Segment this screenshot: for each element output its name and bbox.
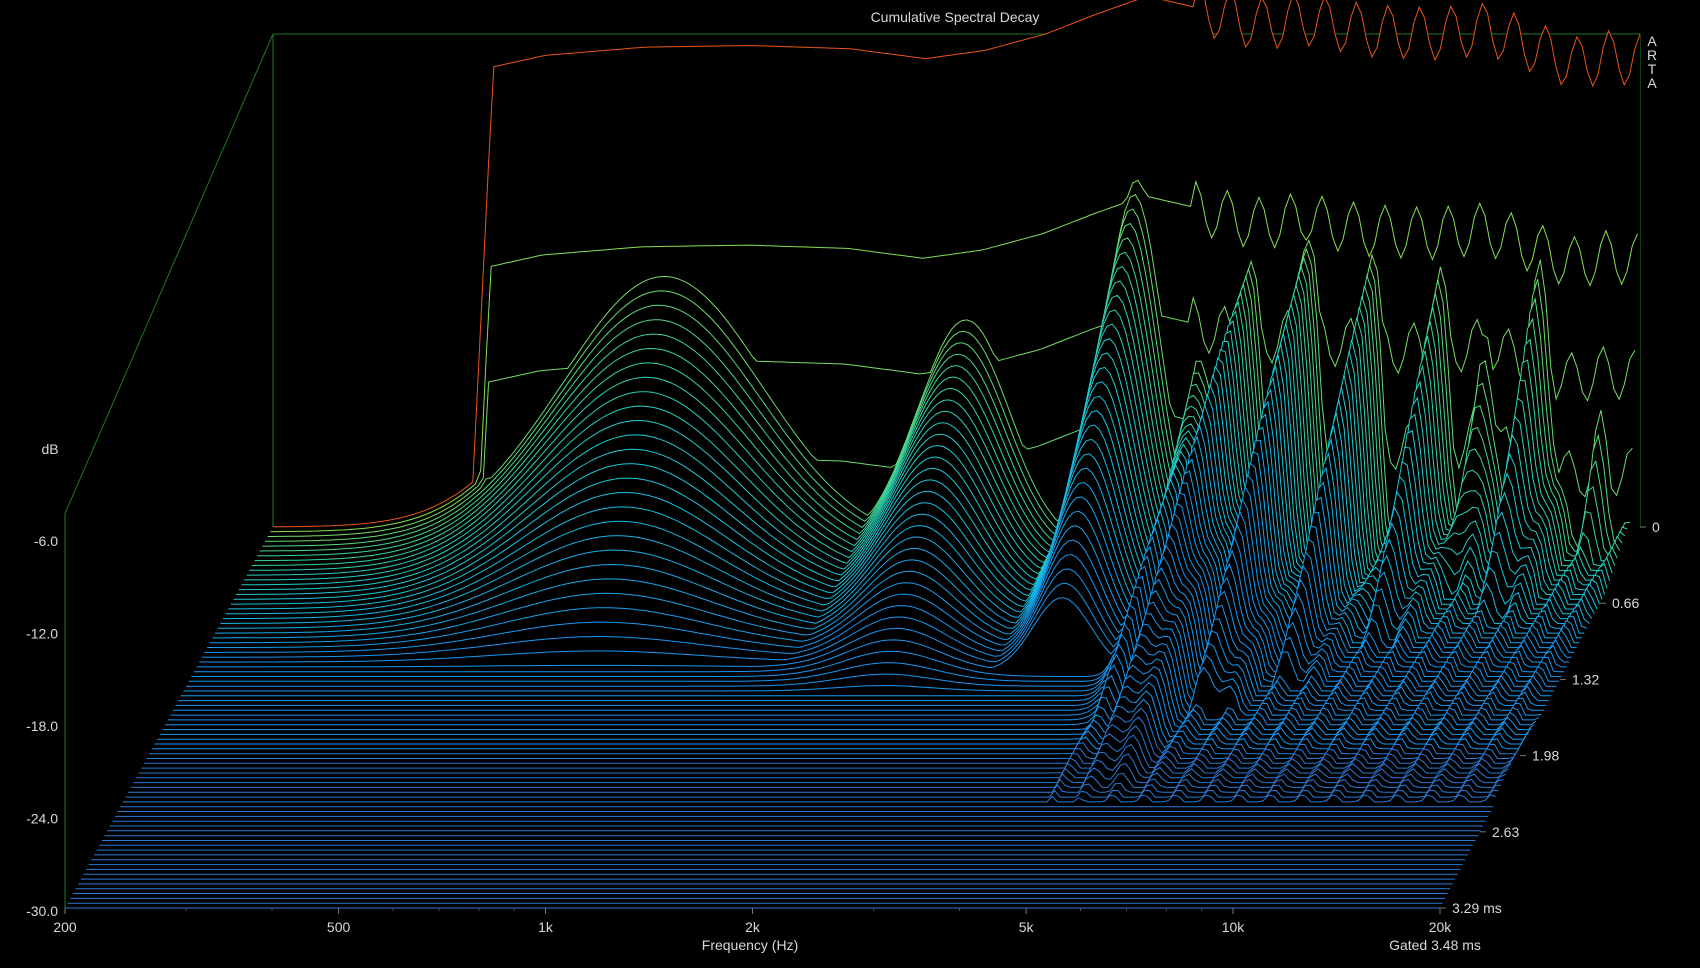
chart-title: Cumulative Spectral Decay (871, 9, 1040, 25)
time-tick-label: 1.98 (1532, 748, 1559, 764)
arta-watermark: ARTA (1647, 33, 1657, 91)
x-axis-label: Frequency (Hz) (702, 937, 798, 953)
frequency-tick-label: 200 (53, 919, 77, 935)
frequency-tick-label: 5k (1019, 919, 1035, 935)
frequency-tick-label: 2k (745, 919, 761, 935)
db-tick-label: -18.0 (26, 718, 58, 734)
db-tick-label: -12.0 (26, 626, 58, 642)
db-tick-label: -30.0 (26, 903, 58, 919)
z-axis-label: dB (41, 441, 58, 457)
db-tick-label: -24.0 (26, 811, 58, 827)
time-tick-label: 0.66 (1612, 595, 1639, 611)
time-tick-label: 3.29 ms (1452, 900, 1502, 916)
gating-note: Gated 3.48 ms (1389, 937, 1481, 953)
db-tick-label: -6.0 (34, 533, 58, 549)
frequency-tick-label: 20k (1429, 919, 1453, 935)
watermark-letter: A (1647, 75, 1657, 91)
time-tick-label: 1.32 (1572, 671, 1599, 687)
time-tick-label: 0 (1652, 519, 1660, 535)
frequency-tick-label: 10k (1222, 919, 1246, 935)
frequency-tick-label: 1k (538, 919, 554, 935)
waterfall-chart: Cumulative Spectral Decay -6.0 -12.0 -18.0… (0, 0, 1700, 968)
time-tick-label: 2.63 (1492, 824, 1519, 840)
frequency-tick-label: 500 (327, 919, 351, 935)
